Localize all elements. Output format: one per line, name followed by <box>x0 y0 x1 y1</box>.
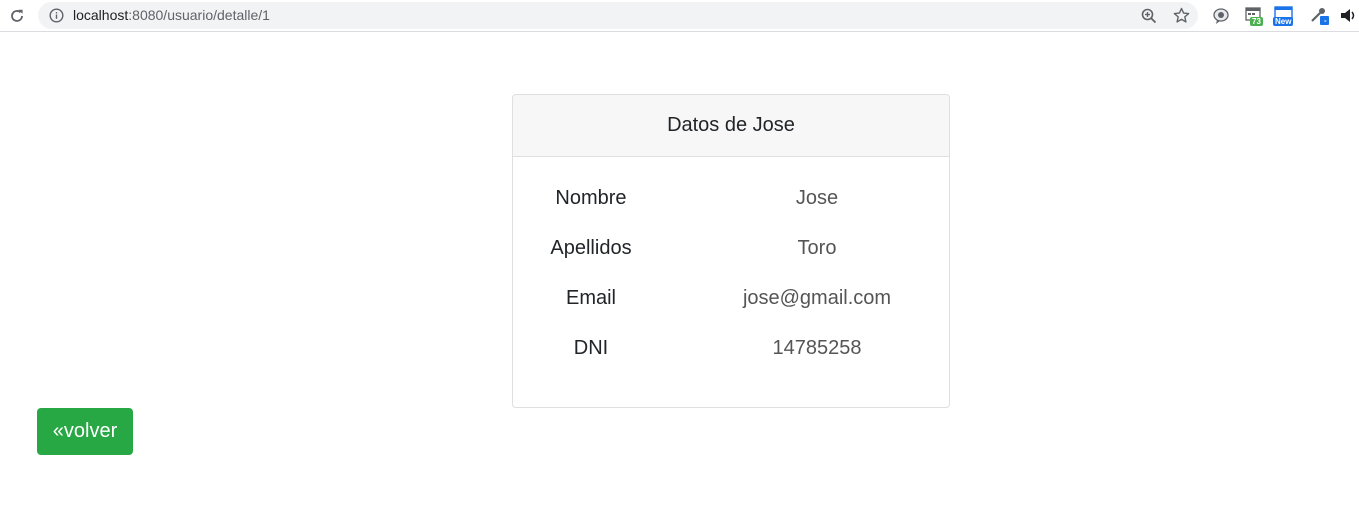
url-host: localhost <box>73 7 129 23</box>
field-row-nombre: Nombre Jose <box>513 183 949 213</box>
url-path: :8080/usuario/detalle/1 <box>128 7 270 23</box>
bookmark-star-icon[interactable] <box>1172 6 1190 24</box>
field-label: Nombre <box>555 187 627 209</box>
extension-badge-new: New <box>1273 17 1294 26</box>
extension-badge-count: 73 <box>1250 17 1263 26</box>
address-bar[interactable]: localhost:8080/usuario/detalle/1 <box>38 2 1198 29</box>
reload-button[interactable] <box>6 5 28 27</box>
back-button[interactable]: «volver <box>37 408 133 455</box>
url-text[interactable]: localhost:8080/usuario/detalle/1 <box>73 7 270 24</box>
field-label: Apellidos <box>550 237 632 259</box>
field-row-dni: DNI 14785258 <box>513 333 949 363</box>
user-detail-card: Datos de Jose Nombre Jose Apellidos Toro… <box>512 94 950 408</box>
extension-badge-dash: - <box>1324 16 1327 25</box>
speaker-icon[interactable] <box>1340 6 1359 26</box>
field-label: Email <box>565 287 616 309</box>
field-row-apellidos: Apellidos Toro <box>513 233 949 263</box>
reload-icon <box>11 9 23 22</box>
field-value: Toro <box>797 237 837 259</box>
field-value: jose@gmail.com <box>742 287 892 309</box>
zoom-icon[interactable] <box>1140 7 1157 24</box>
field-label: DNI <box>573 337 609 359</box>
extension-calendar-icon[interactable]: 73 <box>1245 6 1265 26</box>
card-title: Datos de Jose <box>513 95 949 157</box>
extension-window-icon[interactable]: New <box>1273 6 1294 26</box>
extension-eyedropper-icon[interactable]: - <box>1309 6 1329 26</box>
browser-toolbar: localhost:8080/usuario/detalle/1 73 New … <box>0 0 1359 32</box>
field-row-email: Email jose@gmail.com <box>513 283 949 313</box>
site-info-icon[interactable] <box>49 8 64 23</box>
extension-chat-icon[interactable] <box>1211 6 1231 26</box>
field-value: Jose <box>795 187 839 209</box>
field-value: 14785258 <box>772 337 862 359</box>
